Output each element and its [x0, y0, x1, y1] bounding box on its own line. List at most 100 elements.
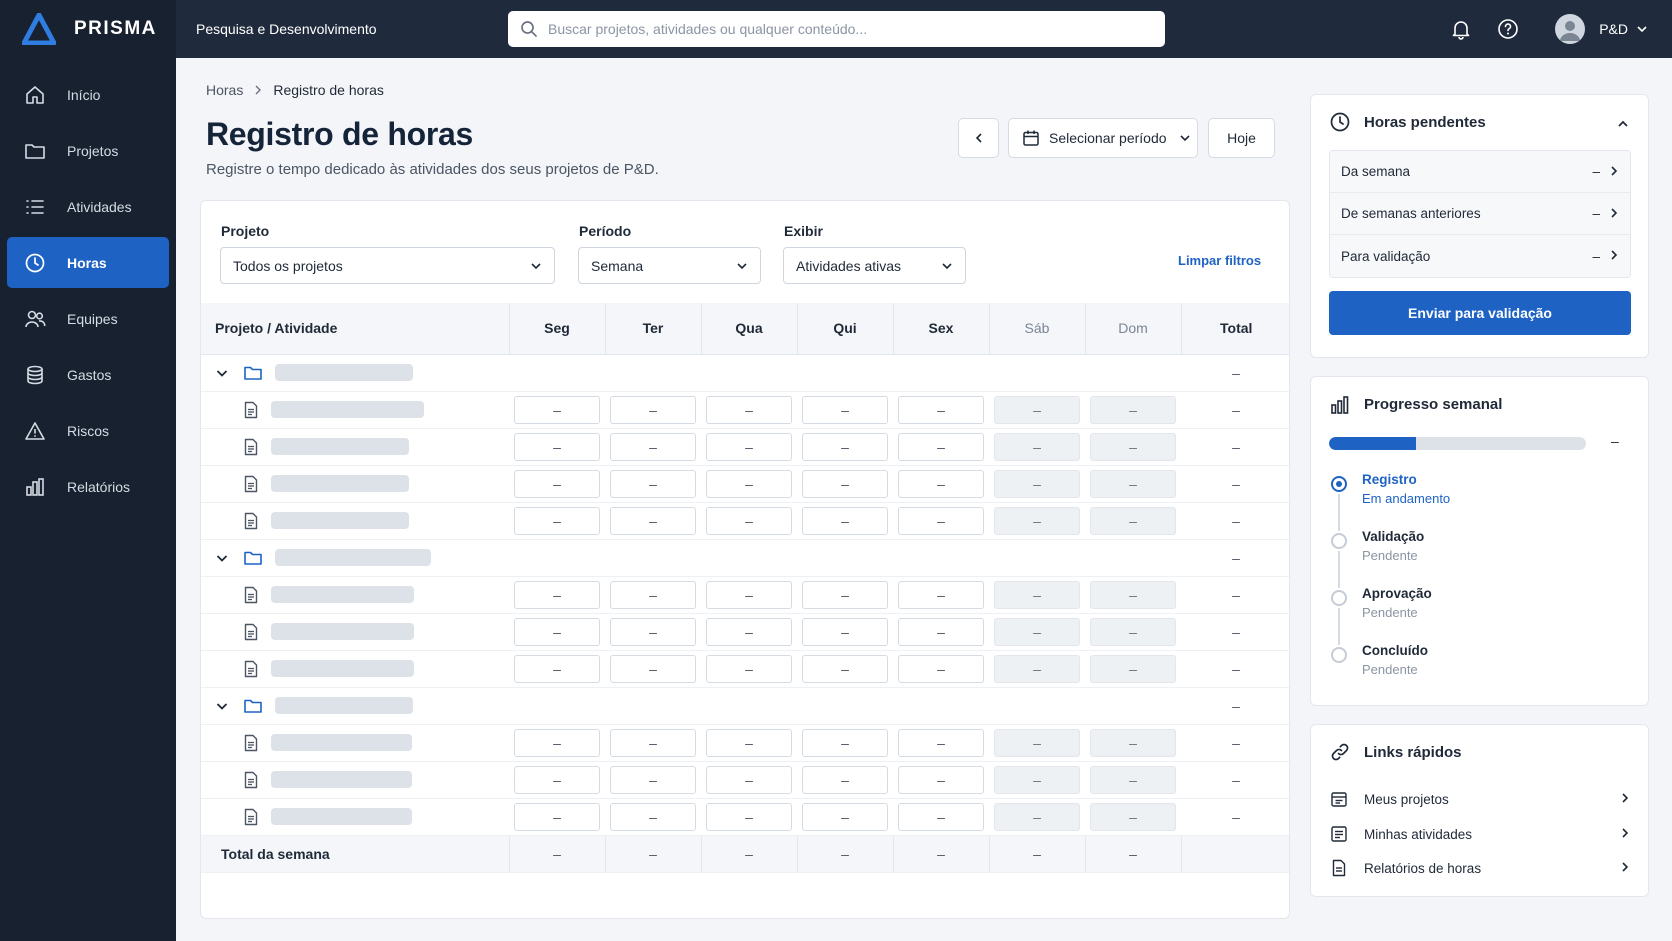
hours-input[interactable]: – [1090, 469, 1176, 498]
hours-input[interactable]: – [610, 580, 696, 609]
show-filter-select[interactable]: Atividades ativas [783, 247, 966, 284]
hours-input[interactable]: – [706, 802, 792, 831]
hours-input[interactable]: – [1090, 765, 1176, 794]
hours-input[interactable]: – [898, 617, 984, 646]
sidebar-item-horas[interactable]: Horas [7, 237, 169, 288]
hours-input[interactable]: – [802, 432, 888, 461]
user-menu[interactable]: P&D [1555, 14, 1648, 44]
quick-link-minhas-atividades[interactable]: Minhas atividades [1329, 822, 1631, 846]
hours-input[interactable]: – [610, 728, 696, 757]
hours-input[interactable]: – [898, 506, 984, 535]
sidebar-item-atividades[interactable]: Atividades [7, 181, 169, 232]
hours-input[interactable]: – [706, 432, 792, 461]
hours-input[interactable]: – [514, 395, 600, 424]
pending-row-validation[interactable]: Para validação – [1330, 235, 1630, 277]
hours-input[interactable]: – [610, 802, 696, 831]
hours-input[interactable]: – [1090, 395, 1176, 424]
hours-input[interactable]: – [706, 728, 792, 757]
hours-input[interactable]: – [706, 765, 792, 794]
sidebar-item-inicio[interactable]: Início [7, 69, 169, 120]
search-bar[interactable] [508, 11, 1165, 47]
bell-icon[interactable] [1449, 17, 1473, 41]
sidebar-item-equipes[interactable]: Equipes [7, 293, 169, 344]
project-group-row[interactable]: – [201, 539, 1289, 577]
hours-input[interactable]: – [706, 580, 792, 609]
hours-input[interactable]: – [1090, 617, 1176, 646]
hours-input[interactable]: – [514, 765, 600, 794]
pending-row-previous-weeks[interactable]: De semanas anteriores – [1330, 193, 1630, 235]
hours-input[interactable]: – [514, 506, 600, 535]
submit-for-validation-button[interactable]: Enviar para validação [1329, 291, 1631, 335]
sidebar-item-relatorios[interactable]: Relatórios [7, 461, 169, 512]
hours-input[interactable]: – [514, 728, 600, 757]
hours-input[interactable]: – [994, 654, 1080, 683]
hours-input[interactable]: – [994, 506, 1080, 535]
hours-input[interactable]: – [898, 765, 984, 794]
chevron-down-icon[interactable] [215, 699, 229, 713]
today-button[interactable]: Hoje [1208, 118, 1275, 158]
previous-period-button[interactable] [958, 118, 999, 158]
hours-input[interactable]: – [706, 617, 792, 646]
hours-input[interactable]: – [706, 469, 792, 498]
select-period-button[interactable]: Selecionar período [1008, 118, 1198, 158]
hours-input[interactable]: – [802, 802, 888, 831]
hours-input[interactable]: – [898, 469, 984, 498]
help-circle-icon[interactable] [1496, 17, 1520, 41]
sidebar-item-projetos[interactable]: Projetos [7, 125, 169, 176]
chevron-up-icon[interactable] [1616, 117, 1630, 131]
hours-input[interactable]: – [898, 432, 984, 461]
hours-input[interactable]: – [610, 765, 696, 794]
hours-input[interactable]: – [994, 432, 1080, 461]
quick-link-meus-projetos[interactable]: Meus projetos [1329, 787, 1631, 811]
hours-input[interactable]: – [802, 469, 888, 498]
hours-input[interactable]: – [610, 395, 696, 424]
hours-input[interactable]: – [1090, 432, 1176, 461]
hours-input[interactable]: – [706, 654, 792, 683]
hours-input[interactable]: – [802, 617, 888, 646]
project-filter-select[interactable]: Todos os projetos [220, 247, 555, 284]
hours-input[interactable]: – [994, 802, 1080, 831]
hours-input[interactable]: – [514, 802, 600, 831]
quick-link-relatorios-de-horas[interactable]: Relatórios de horas [1329, 856, 1631, 880]
hours-input[interactable]: – [514, 654, 600, 683]
breadcrumb-parent[interactable]: Horas [206, 82, 243, 98]
hours-input[interactable]: – [994, 728, 1080, 757]
clear-filters-link[interactable]: Limpar filtros [1178, 253, 1261, 268]
hours-input[interactable]: – [898, 395, 984, 424]
hours-input[interactable]: – [898, 802, 984, 831]
hours-input[interactable]: – [898, 728, 984, 757]
hours-input[interactable]: – [898, 654, 984, 683]
hours-input[interactable]: – [802, 654, 888, 683]
hours-input[interactable]: – [994, 469, 1080, 498]
hours-input[interactable]: – [514, 432, 600, 461]
hours-input[interactable]: – [1090, 506, 1176, 535]
search-input[interactable] [548, 21, 1148, 37]
hours-input[interactable]: – [1090, 802, 1176, 831]
project-group-row[interactable]: – [201, 354, 1289, 392]
hours-input[interactable]: – [994, 580, 1080, 609]
hours-input[interactable]: – [802, 580, 888, 609]
hours-input[interactable]: – [802, 506, 888, 535]
pending-row-week[interactable]: Da semana – [1330, 151, 1630, 193]
hours-input[interactable]: – [706, 506, 792, 535]
hours-input[interactable]: – [1090, 654, 1176, 683]
hours-input[interactable]: – [514, 580, 600, 609]
brand[interactable]: PRISMA [0, 0, 176, 58]
hours-input[interactable]: – [610, 654, 696, 683]
hours-input[interactable]: – [610, 617, 696, 646]
hours-input[interactable]: – [610, 506, 696, 535]
hours-input[interactable]: – [1090, 728, 1176, 757]
hours-input[interactable]: – [994, 765, 1080, 794]
hours-input[interactable]: – [706, 395, 792, 424]
sidebar-item-riscos[interactable]: Riscos [7, 405, 169, 456]
period-filter-select[interactable]: Semana [578, 247, 761, 284]
hours-input[interactable]: – [802, 395, 888, 424]
hours-input[interactable]: – [802, 728, 888, 757]
hours-input[interactable]: – [994, 617, 1080, 646]
hours-input[interactable]: – [610, 432, 696, 461]
project-group-row[interactable]: – [201, 687, 1289, 725]
hours-input[interactable]: – [514, 469, 600, 498]
hours-input[interactable]: – [898, 580, 984, 609]
chevron-down-icon[interactable] [215, 551, 229, 565]
chevron-down-icon[interactable] [215, 366, 229, 380]
